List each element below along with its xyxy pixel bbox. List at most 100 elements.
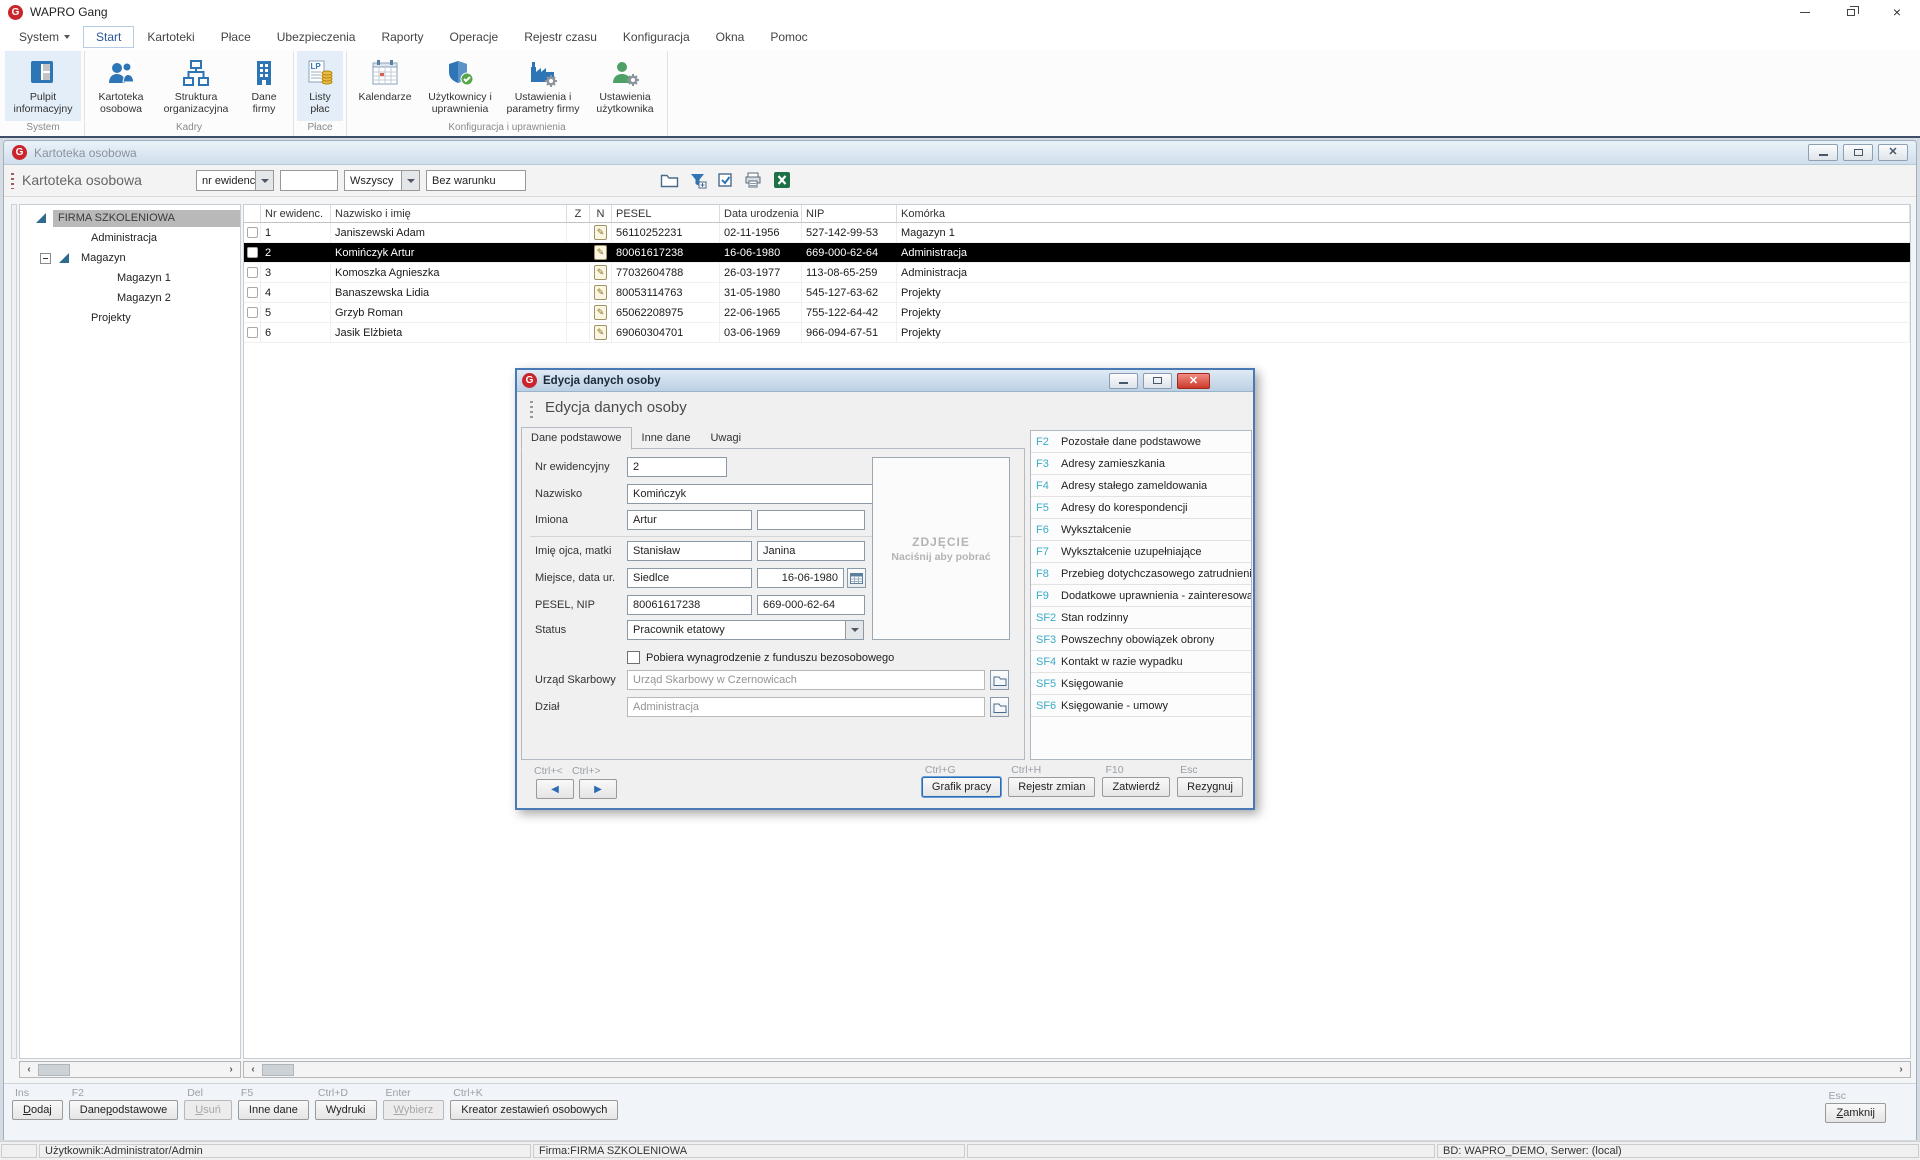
printouts-button[interactable]: Wydruki xyxy=(315,1100,377,1120)
column-header-z[interactable]: Z xyxy=(567,205,590,222)
menu-item-okna[interactable]: Okna xyxy=(703,26,758,48)
ribbon-item-listy-plac[interactable]: LP Listy płac xyxy=(297,51,343,121)
scroll-left-icon[interactable]: ‹ xyxy=(246,1065,260,1075)
shortcut-row[interactable]: F5 Adresy do korespondencji xyxy=(1031,497,1251,519)
expander-icon[interactable] xyxy=(36,213,46,223)
shortcut-row[interactable]: F8 Przebieg dotychczasowego zatrudnienia xyxy=(1031,563,1251,585)
filter-search-input[interactable] xyxy=(280,170,338,191)
close-panel-button[interactable]: Zamknij xyxy=(1825,1103,1886,1123)
rezygnuj-button[interactable]: Rezygnuj xyxy=(1177,777,1243,797)
menu-item-rejestr-czasu[interactable]: Rejestr czasu xyxy=(511,26,610,48)
shortcut-row[interactable]: SF4 Kontakt w razie wypadku xyxy=(1031,651,1251,673)
row-checkbox[interactable] xyxy=(247,247,258,258)
table-row[interactable]: 5 Grzyb Roman 65062208975 22-06-1965 755… xyxy=(244,303,1910,323)
table-row[interactable]: 6 Jasik Elżbieta 69060304701 03-06-1969 … xyxy=(244,323,1910,343)
row-checkbox[interactable] xyxy=(247,227,258,238)
column-header-birthdate[interactable]: Data urodzenia xyxy=(720,205,802,222)
dialog-minimize-button[interactable] xyxy=(1109,373,1138,389)
ribbon-item-struktura-organizacyjna[interactable]: Struktura organizacyjna xyxy=(154,51,238,121)
column-header-n[interactable]: N xyxy=(590,205,612,222)
add-button[interactable]: Dodaj xyxy=(12,1100,63,1120)
zatwierdz-button[interactable]: Zatwierdź xyxy=(1102,777,1170,797)
menu-item-konfiguracja[interactable]: Konfiguracja xyxy=(610,26,703,48)
note-icon[interactable] xyxy=(594,325,607,340)
shortcut-row[interactable]: SF5 Księgowanie xyxy=(1031,673,1251,695)
menu-item-start[interactable]: Start xyxy=(83,26,134,48)
menu-item-operacje[interactable]: Operacje xyxy=(437,26,512,48)
scroll-thumb[interactable] xyxy=(38,1064,70,1076)
table-row[interactable]: 4 Banaszewska Lidia 80053114763 31-05-19… xyxy=(244,283,1910,303)
grafik-pracy-button[interactable]: Grafik pracy xyxy=(922,777,1001,797)
column-header-nip[interactable]: NIP xyxy=(802,205,897,222)
tree-hscrollbar[interactable]: ‹ › xyxy=(19,1061,241,1078)
other-data-button[interactable]: Inne dane xyxy=(238,1100,309,1120)
ribbon-item-pulpit-informacyjny[interactable]: Pulpit informacyjny xyxy=(5,51,81,121)
splitter-strip[interactable] xyxy=(11,204,17,1059)
tab-inne-dane[interactable]: Inne dane xyxy=(632,427,701,450)
menu-item-pomoc[interactable]: Pomoc xyxy=(757,26,820,48)
row-checkbox[interactable] xyxy=(247,307,258,318)
window-minimize-button[interactable] xyxy=(1782,0,1828,24)
tab-dane-podstawowe[interactable]: Dane podstawowe xyxy=(521,427,632,450)
column-header-pesel[interactable]: PESEL xyxy=(612,205,720,222)
ribbon-item-uzytkownicy-i-uprawnienia[interactable]: Użytkownicy i uprawnienia xyxy=(420,51,500,121)
rejestr-zmian-button[interactable]: Rejestr zmian xyxy=(1008,777,1095,797)
scroll-right-icon[interactable]: › xyxy=(224,1065,238,1075)
tree-item-projekty[interactable]: Projekty xyxy=(20,308,240,328)
window-close-button[interactable]: × xyxy=(1874,0,1920,24)
menu-item-kartoteki[interactable]: Kartoteki xyxy=(134,26,207,48)
tree-item-administracja[interactable]: Administracja xyxy=(20,228,240,248)
row-checkbox[interactable] xyxy=(247,287,258,298)
column-header-name[interactable]: Nazwisko i imię xyxy=(331,205,567,222)
excel-export-button[interactable] xyxy=(773,171,791,189)
scroll-right-icon[interactable]: › xyxy=(1894,1065,1908,1075)
menu-item-raporty[interactable]: Raporty xyxy=(368,26,436,48)
note-icon[interactable] xyxy=(594,225,607,240)
note-icon[interactable] xyxy=(594,305,607,320)
dialog-close-button[interactable]: ✕ xyxy=(1177,373,1210,389)
select-button[interactable]: Wybierz xyxy=(383,1100,445,1120)
drag-handle-icon[interactable] xyxy=(11,173,14,189)
menu-item-ubezpieczenia[interactable]: Ubezpieczenia xyxy=(264,26,369,48)
expander-icon[interactable] xyxy=(59,253,69,263)
ribbon-item-dane-firmy[interactable]: Dane firmy xyxy=(238,51,290,121)
checkbox-button[interactable] xyxy=(717,172,734,189)
table-hscrollbar[interactable]: ‹ › xyxy=(243,1061,1911,1078)
shortcut-row[interactable]: F6 Wykształcenie xyxy=(1031,519,1251,541)
dialog-titlebar[interactable]: G Edycja danych osoby ✕ xyxy=(517,370,1253,392)
tree-item-magazyn-2[interactable]: Magazyn 2 xyxy=(20,288,240,308)
prev-person-button[interactable]: ◀ xyxy=(536,779,574,799)
kartoteka-close-button[interactable]: ✕ xyxy=(1878,144,1908,161)
window-restore-button[interactable] xyxy=(1828,0,1874,24)
ribbon-item-ustawienia-uzytkownika[interactable]: Ustawienia użytkownika xyxy=(586,51,664,121)
ribbon-item-kalendarze[interactable]: Kalendarze xyxy=(350,51,420,121)
ribbon-item-kartoteka-osobowa[interactable]: Kartoteka osobowa xyxy=(88,51,154,121)
menu-item-system[interactable]: System xyxy=(6,26,83,48)
shortcut-row[interactable]: F2 Pozostałe dane podstawowe xyxy=(1031,431,1251,453)
column-header-department[interactable]: Komórka xyxy=(897,205,1910,222)
filter-scope-selector[interactable]: Wszyscy xyxy=(344,170,420,191)
filter-condition-input[interactable]: Bez warunku xyxy=(426,170,526,191)
scroll-left-icon[interactable]: ‹ xyxy=(22,1065,36,1075)
kartoteka-titlebar[interactable]: G Kartoteka osobowa ✕ xyxy=(4,141,1916,165)
basic-data-button[interactable]: Dane podstawowe xyxy=(69,1100,178,1120)
collapse-icon[interactable] xyxy=(40,253,51,264)
shortcut-row[interactable]: F9 Dodatkowe uprawnienia - zainteresowar xyxy=(1031,585,1251,607)
next-person-button[interactable]: ▶ xyxy=(579,779,617,799)
shortcut-row[interactable]: SF2 Stan rodzinny xyxy=(1031,607,1251,629)
note-icon[interactable] xyxy=(594,245,607,260)
filter-button[interactable] xyxy=(689,172,707,189)
delete-button[interactable]: Usuń xyxy=(184,1100,232,1120)
table-row[interactable]: 1 Janiszewski Adam 56110252231 02-11-195… xyxy=(244,223,1910,243)
note-icon[interactable] xyxy=(594,265,607,280)
menu-item-place[interactable]: Płace xyxy=(208,26,264,48)
kartoteka-restore-button[interactable] xyxy=(1843,144,1873,161)
kartoteka-minimize-button[interactable] xyxy=(1808,144,1838,161)
row-checkbox[interactable] xyxy=(247,267,258,278)
table-row[interactable]: 2 Komińczyk Artur 80061617238 16-06-1980… xyxy=(244,243,1910,263)
shortcut-row[interactable]: SF6 Księgowanie - umowy xyxy=(1031,695,1251,717)
tree-item-magazyn[interactable]: Magazyn xyxy=(20,248,240,268)
row-checkbox[interactable] xyxy=(247,327,258,338)
tree-item-firma[interactable]: FIRMA SZKOLENIOWA xyxy=(20,208,240,228)
tree-item-magazyn-1[interactable]: Magazyn 1 xyxy=(20,268,240,288)
